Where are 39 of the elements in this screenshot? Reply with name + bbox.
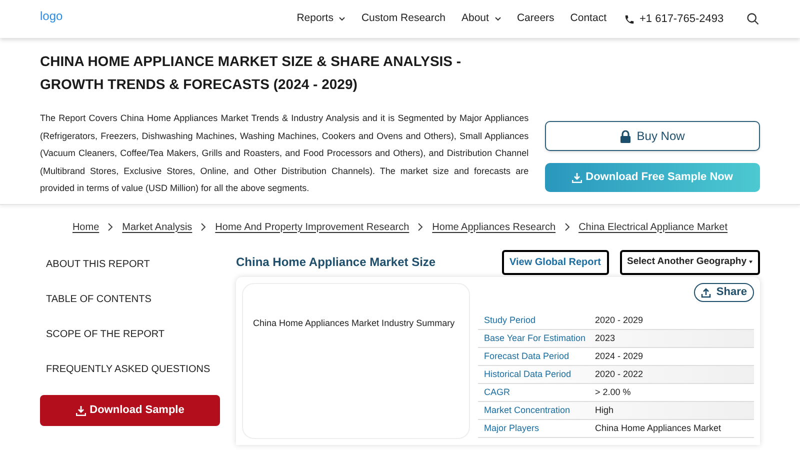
image-alt-text: China Home Appliances Market Industry Summary [253, 318, 455, 328]
summary-value: China Home Appliances Market [595, 422, 722, 435]
report-description: The Report Covers China Home Appliances Market Trends & Industry Analysis and it is Segmented by Major Appliances (Refrigerators, Freezers, Dishwashing Machines, Washing Machines, Cookers and Ovens and Others), Small Appliances (Vacuum Cleaners, Coffee/Tea Makers, Grills and Roasters, and Food Processors and Others), and Distribution Channel (Multibrand Stores, Exclusive Stores, Online, and Other Distribution Channels). The market size and forecasts are provided in terms of value (USD Million) for all the above segments. [40, 112, 529, 195]
view-global-report-button[interactable]: View Global Report [502, 250, 609, 274]
nav-link[interactable]: Custom Research [361, 11, 446, 27]
download-sample-button[interactable]: Download Sample [40, 395, 220, 426]
nav-link[interactable]: Reports [296, 11, 334, 27]
summary-label: Market Concentration [483, 404, 572, 417]
phone-number[interactable]: +1 617-765-2493 [639, 10, 724, 28]
summary-label: Forecast Data Period [483, 350, 570, 363]
summary-value: 2024 - 2029 [595, 350, 644, 363]
summary-value: 2023 [595, 332, 616, 345]
geography-select[interactable]: Select Another Geography [620, 250, 760, 274]
breadcrumb-link[interactable]: Home Appliances Research [432, 220, 556, 234]
page-title: CHINA HOME APPLIANCE MARKET SIZE & SHARE ANALYSIS - GROWTH TRENDS & FORECASTS (2024 - 2029) [40, 52, 462, 94]
nav-link[interactable]: About [461, 11, 489, 27]
sidebar-link[interactable]: SCOPE OF THE REPORT [46, 325, 220, 344]
summary-value: High [595, 404, 614, 417]
sidebar-link[interactable]: TABLE OF CONTENTS [46, 290, 220, 309]
sidebar-link[interactable]: FREQUENTLY ASKED QUESTIONS [46, 360, 220, 379]
nav-link[interactable]: Contact [570, 11, 606, 27]
summary-value: 2020 - 2029 [595, 314, 644, 327]
share-button[interactable]: Share [694, 283, 754, 302]
section-heading: China Home Appliance Market Size [236, 254, 436, 271]
breadcrumb-link[interactable]: China Electrical Appliance Market [578, 220, 728, 234]
buy-now-button[interactable]: Buy Now [544, 121, 760, 151]
nav-link[interactable]: Careers [516, 11, 554, 27]
summary-value: > 2.00 % [595, 386, 631, 399]
breadcrumb-link[interactable]: Home [72, 220, 100, 234]
summary-label: CAGR [483, 386, 512, 399]
summary-label: Historical Data Period [483, 368, 572, 381]
summary-label: Base Year For Estimation [483, 332, 587, 345]
summary-label: Study Period [483, 314, 537, 327]
sidebar-link[interactable]: ABOUT THIS REPORT [46, 255, 220, 274]
summary-label: Major Players [483, 422, 540, 435]
breadcrumb-link[interactable]: Home And Property Improvement Research [215, 220, 410, 234]
logo[interactable]: logo [40, 7, 63, 25]
summary-value: 2020 - 2022 [595, 368, 644, 381]
breadcrumb-link[interactable]: Market Analysis [122, 220, 192, 234]
